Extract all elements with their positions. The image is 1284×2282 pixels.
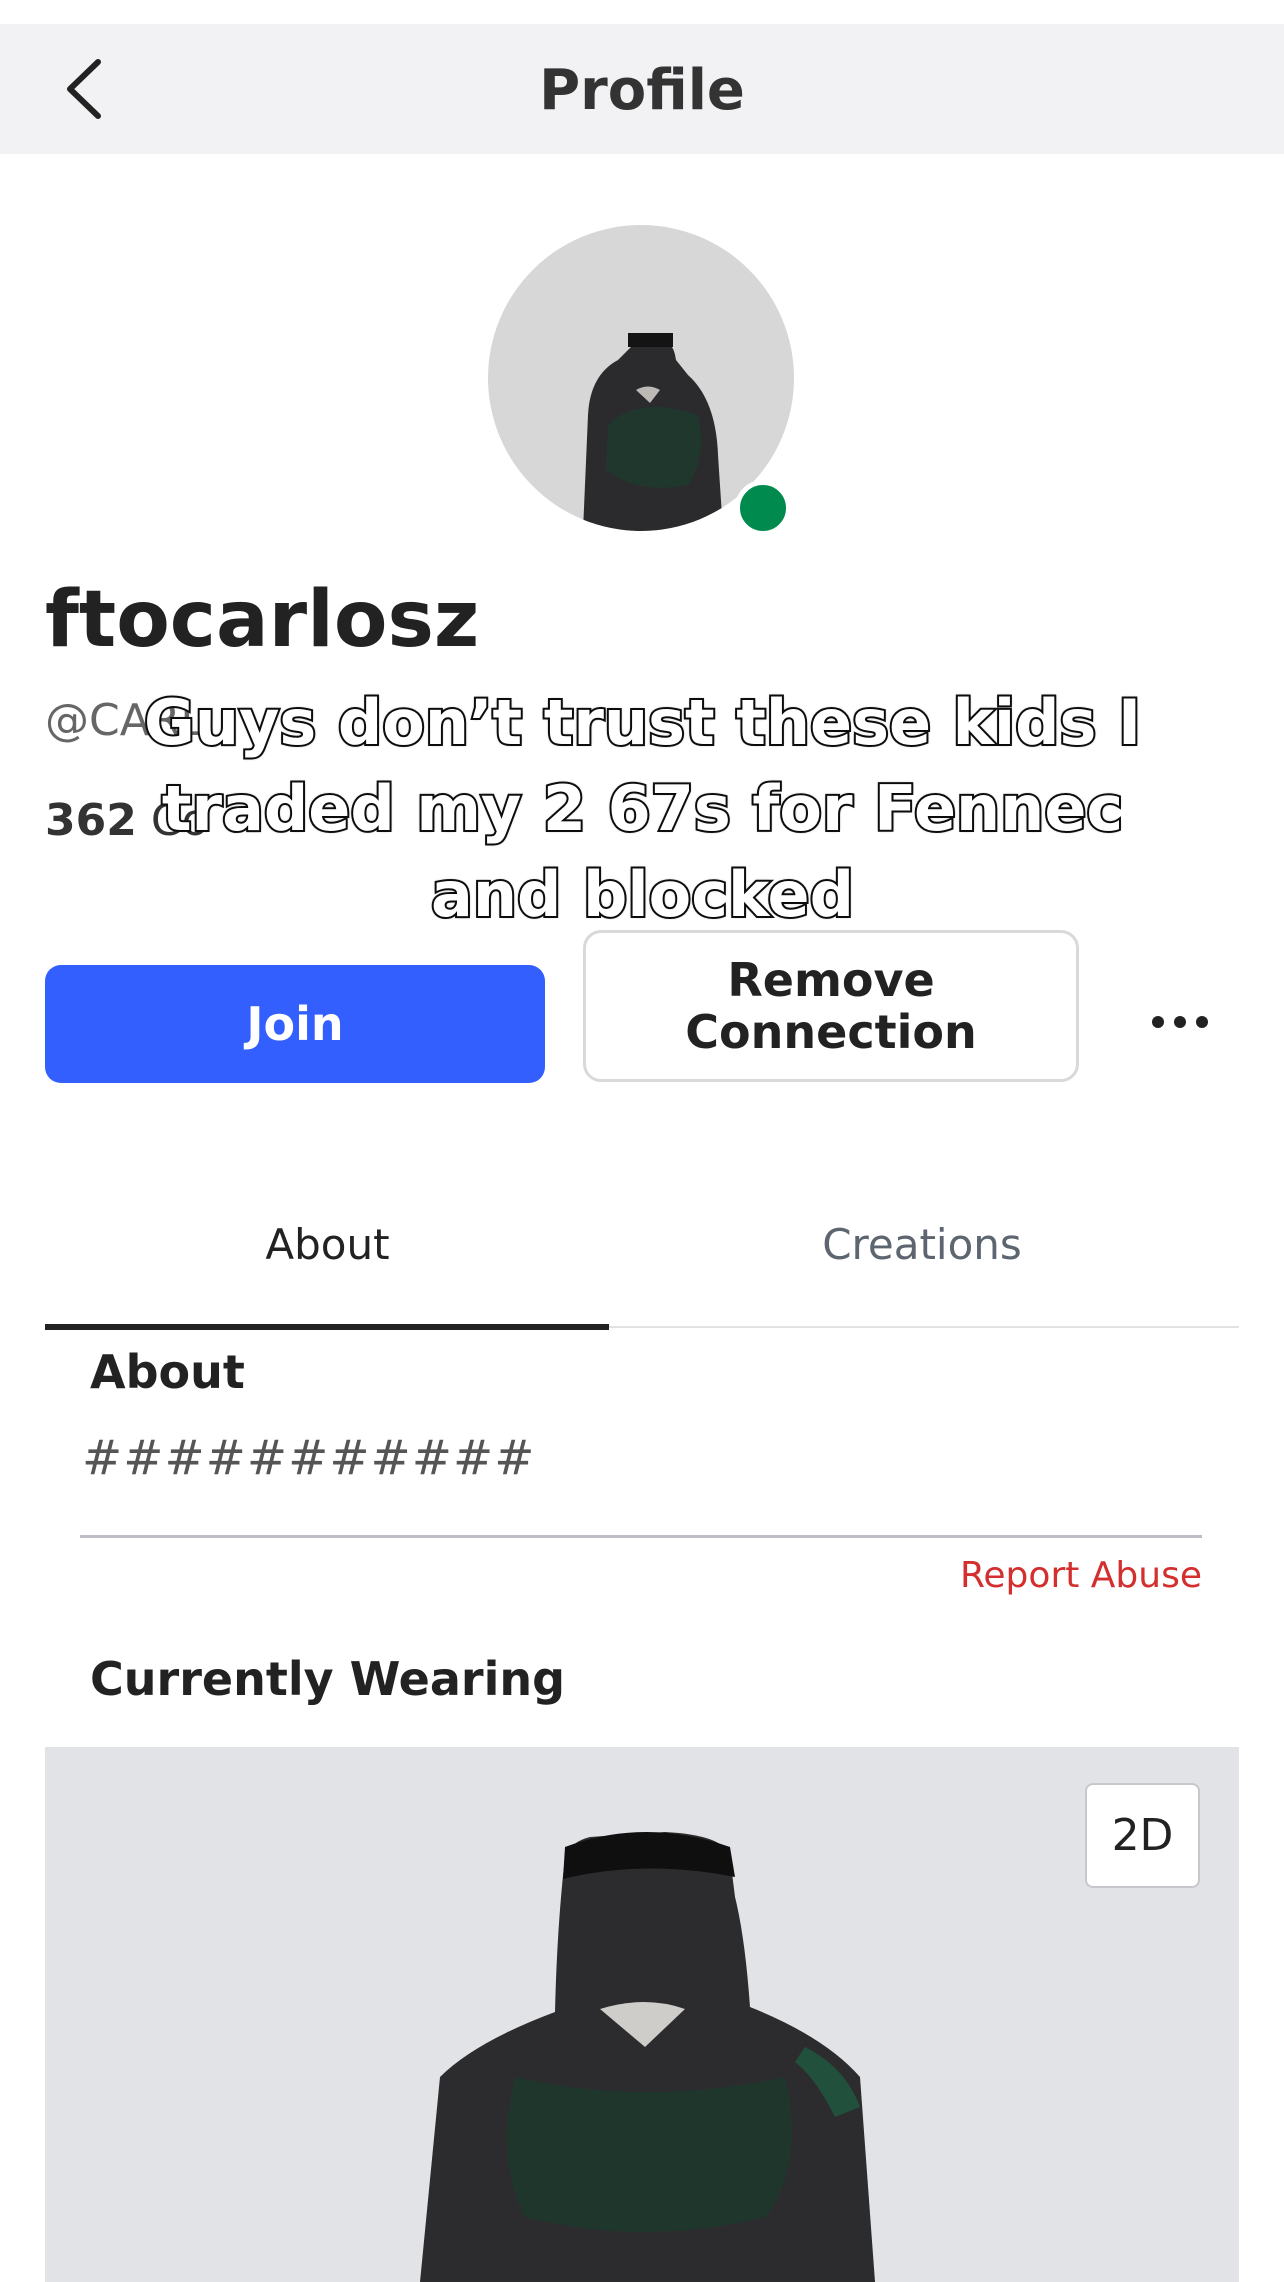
tab-about[interactable]: About (45, 1220, 610, 1269)
online-status-dot (735, 480, 791, 536)
active-tab-indicator (45, 1324, 609, 1330)
display-name: ftocarlosz (45, 575, 480, 665)
about-heading: About (90, 1345, 245, 1399)
about-description: ########### (82, 1430, 536, 1486)
report-abuse-link[interactable]: Report Abuse (960, 1555, 1202, 1596)
page-title: Profile (539, 58, 745, 123)
tab-divider (609, 1326, 1239, 1328)
pigeon-avatar-render (420, 1832, 875, 2282)
overlay-caption: Guys don’t trust these kids I traded my … (142, 684, 1143, 933)
currently-wearing-heading: Currently Wearing (90, 1652, 566, 1706)
remove-connection-button[interactable]: Remove Connection (583, 930, 1079, 1082)
tab-creations[interactable]: Creations (632, 1220, 1212, 1269)
connections-count: 362 (45, 795, 137, 846)
top-nav-bar: Profile (0, 24, 1284, 154)
join-button[interactable]: Join (45, 965, 545, 1083)
more-horizontal-icon[interactable] (1150, 1010, 1210, 1034)
view-2d-toggle[interactable]: 2D (1085, 1783, 1200, 1888)
avatar-3d-viewer[interactable] (45, 1747, 1239, 2282)
about-divider (80, 1535, 1202, 1538)
